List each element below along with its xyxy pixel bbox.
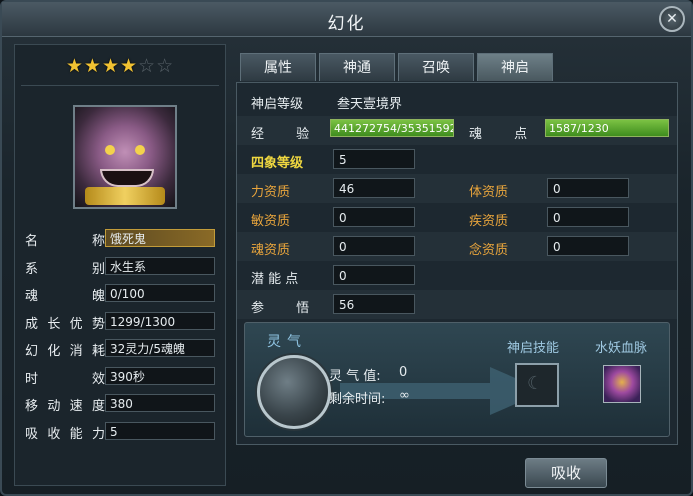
tab-summon[interactable]: 召唤 [398, 53, 474, 81]
ji-value: 0 [547, 207, 629, 227]
star-filled-icon: ★ [83, 55, 102, 77]
li-value: 46 [333, 178, 415, 198]
shenqi-skill-slot[interactable]: ☾ [515, 363, 559, 407]
divider [21, 85, 219, 86]
portrait-mouth [100, 169, 154, 187]
nian-label: 念资质 [469, 243, 509, 258]
level-row: 神启等级 叁天壹境界 [237, 87, 677, 116]
spirit-value: 0 [399, 365, 408, 380]
info-label: 魂魄 [25, 289, 105, 304]
soul-bar: 1587/1230 [545, 119, 669, 137]
sixiang-value: 5 [333, 149, 415, 169]
exp-row: 经 验 441272754/353515921 魂 点 1587/1230 [237, 116, 677, 145]
qianneng-value: 0 [333, 265, 415, 285]
info-label: 时效 [25, 371, 105, 387]
spirit-section: 灵气 灵 气 值: 0 剩余时间: ∞ 神启技能 ☾ 水妖血脉 [244, 322, 670, 437]
sixiang-label: 四象等级 [251, 156, 304, 171]
bloodline-label: 水妖血脉 [595, 341, 648, 356]
nian-value: 0 [547, 236, 629, 256]
spirit-title: 灵气 [267, 334, 307, 350]
portrait-armor [85, 187, 165, 205]
info-label: 移动速度 [25, 399, 105, 414]
star-filled-icon: ★ [120, 55, 139, 77]
remaining-time-label: 剩余时间: [329, 392, 386, 407]
shenqi-skill-label: 神启技能 [507, 341, 560, 356]
tab-shentong[interactable]: 神通 [319, 53, 395, 81]
water-demon-bloodline-icon[interactable] [603, 365, 641, 403]
portrait-eye [135, 145, 145, 155]
spirit-orb[interactable] [257, 355, 331, 429]
li-label: 力资质 [251, 185, 291, 200]
li-ti-row: 力资质 46 体资质 0 [237, 174, 677, 203]
hun-label: 魂资质 [251, 243, 291, 258]
ti-value: 0 [547, 178, 629, 198]
canwu-row: 参 悟 56 [237, 290, 677, 319]
spirit-value-label: 灵 气 值: [329, 369, 381, 384]
qianneng-label: 潜 能 点 [251, 272, 299, 287]
star-empty-icon: ☆ [138, 55, 157, 77]
ti-label: 体资质 [469, 185, 509, 200]
title-bar: 幻化 ✕ [2, 2, 691, 37]
window-title: 幻化 [327, 14, 366, 34]
tab-shenqi[interactable]: 神启 [477, 53, 553, 81]
close-button[interactable]: ✕ [659, 6, 685, 32]
info-value: 水生系 [105, 256, 215, 275]
star-rating: ★★★★☆☆ [15, 55, 225, 77]
info-label: 系别 [25, 261, 105, 277]
ji-label: 疾资质 [469, 214, 509, 229]
min-ji-row: 敏资质 0 疾资质 0 [237, 203, 677, 232]
sixiang-row: 四象等级 5 [237, 145, 677, 174]
pet-portrait [73, 105, 177, 209]
remaining-time-value: ∞ [399, 388, 410, 403]
portrait-eye [105, 145, 115, 155]
info-label: 幻化消耗 [25, 344, 105, 359]
info-value: 1299/1300 [105, 311, 215, 330]
hun-value: 0 [333, 236, 415, 256]
star-filled-icon: ★ [65, 55, 84, 77]
level-value: 叁天壹境界 [337, 97, 403, 112]
canwu-value: 56 [333, 294, 415, 314]
min-value: 0 [333, 207, 415, 227]
info-value: 5 [105, 421, 215, 440]
soul-label: 魂 点 [469, 127, 542, 142]
qianneng-row: 潜 能 点 0 [237, 261, 677, 290]
level-label: 神启等级 [251, 97, 304, 112]
exp-bar: 441272754/353515921 [330, 119, 454, 137]
pet-info-panel: ★★★★☆☆ 名称 饿死鬼 系别 水生系 魂魄 0/100 成长优势 1299/1300 幻化消… [14, 44, 226, 486]
canwu-label: 参 悟 [251, 301, 324, 316]
star-empty-icon: ☆ [156, 55, 175, 77]
info-value: 380 [105, 394, 215, 412]
info-label: 成长优势 [25, 316, 105, 332]
absorb-button[interactable]: 吸收 [525, 458, 607, 488]
info-label: 吸收能力 [25, 426, 105, 442]
info-value: 0/100 [105, 284, 215, 302]
min-label: 敏资质 [251, 214, 291, 229]
info-label: 名称 [25, 234, 105, 249]
info-value: 32灵力/5魂魄 [105, 339, 215, 357]
hun-nian-row: 魂资质 0 念资质 0 [237, 232, 677, 261]
exp-label: 经 验 [251, 127, 324, 142]
info-value: 390秒 [105, 366, 215, 385]
tab-attributes[interactable]: 属性 [240, 53, 316, 81]
info-value: 饿死鬼 [105, 229, 215, 247]
claw-icon: ☾ [527, 373, 544, 394]
star-filled-icon: ★ [101, 55, 120, 77]
